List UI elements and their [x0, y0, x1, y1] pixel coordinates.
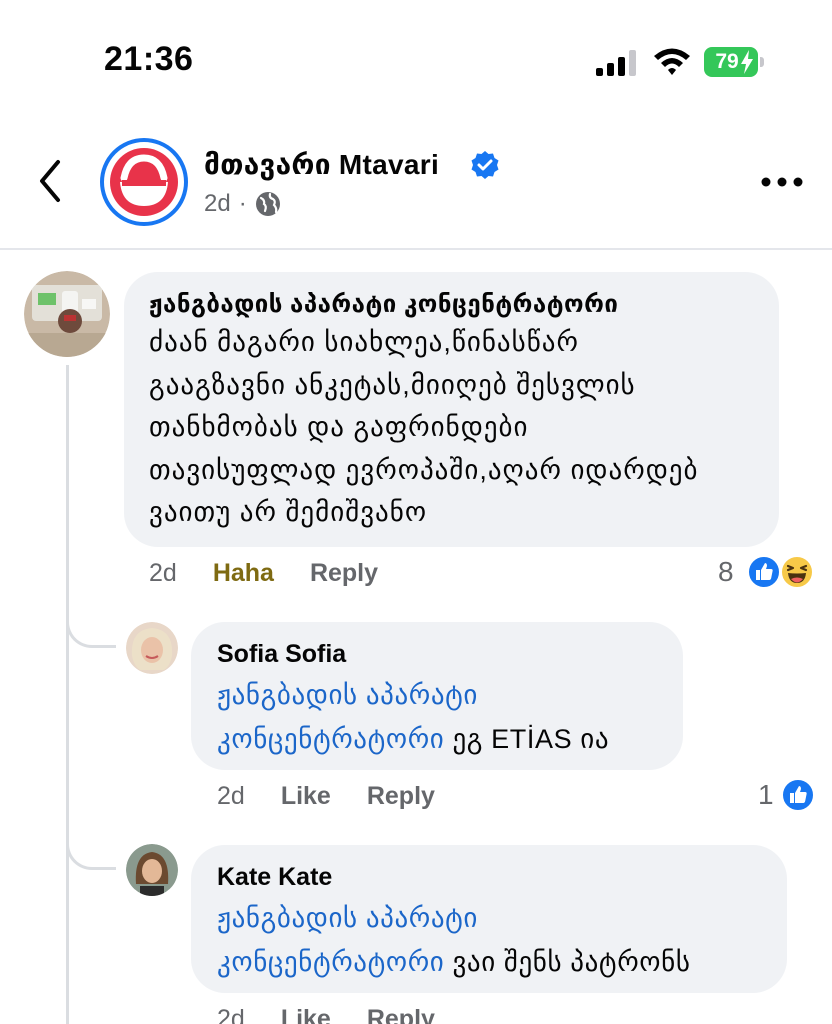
more-options-icon[interactable]	[760, 174, 804, 190]
thread-line	[66, 365, 69, 1024]
like-button[interactable]: Like	[281, 1005, 331, 1024]
battery-indicator: 79	[704, 47, 764, 77]
meta-separator: ·	[238, 190, 247, 217]
thread-connector	[66, 616, 116, 648]
status-time: 21:36	[104, 40, 194, 78]
post-age: 2d	[204, 190, 231, 217]
like-reaction-icon[interactable]	[781, 778, 815, 812]
like-button[interactable]: Like	[281, 782, 331, 811]
comment-actions: 2d Like Reply	[217, 782, 471, 811]
reply-button[interactable]: Reply	[367, 1005, 435, 1024]
comment-body: ეგ ETİAS ია	[444, 724, 610, 754]
page-avatar[interactable]	[100, 138, 188, 226]
charging-bolt-icon	[741, 50, 753, 74]
comment-actions: 2d Haha Reply	[149, 559, 414, 588]
comment-text-line: ვაითუ არ შემიშვანო	[149, 497, 428, 527]
comment-actions: 2d Like Reply	[217, 1005, 471, 1024]
back-chevron-icon[interactable]	[30, 156, 70, 206]
comment-text: ჟანგბადის აპარატი კონცენტრატორი ეგ ETİAS…	[217, 673, 657, 761]
wifi-icon	[654, 48, 690, 75]
comment-author[interactable]: Kate Kate	[217, 863, 761, 892]
thread-connector	[66, 838, 116, 870]
commenter-avatar[interactable]	[126, 622, 178, 674]
comment-bubble: Kate Kate ჟანგბადის აპარატი კონცენტრატორ…	[191, 845, 787, 993]
comment-text: ჟანგბადის აპარატი კონცენტრატორი ვაი შენს…	[217, 896, 761, 984]
comment-text-line: თავისუფლად ევროპაში,აღარ იდარდებ	[149, 454, 699, 485]
comment-text-line: გააგზავნი ანკეტას,მიიღებ შესვლის	[149, 369, 636, 400]
cellular-signal-icon	[596, 50, 636, 76]
reaction-count[interactable]: 8	[718, 556, 734, 588]
battery-level: 79	[715, 50, 739, 73]
comment-text-line: თანხმობას და გაფრინდები	[149, 412, 529, 442]
battery-cap	[760, 57, 764, 67]
comment-author[interactable]: ჟანგბადის აპარატი კონცენტრატორი	[149, 290, 753, 319]
mention-link[interactable]: ჟანგბადის აპარატი	[217, 903, 478, 933]
reply-button[interactable]: Reply	[367, 782, 435, 811]
post-meta: 2d ·	[204, 190, 281, 218]
reaction-count[interactable]: 1	[758, 779, 774, 811]
commenter-avatar[interactable]	[126, 844, 178, 896]
comment-time: 2d	[217, 1005, 245, 1024]
comment-text: ძაან მაგარი სიახლეა,წინასწარ გააგზავნი ა…	[149, 321, 753, 534]
mention-link[interactable]: ჟანგბადის აპარატი	[217, 680, 478, 710]
comment-author[interactable]: Sofia Sofia	[217, 640, 657, 669]
comment-time: 2d	[149, 559, 177, 587]
comment-bubble: ჟანგბადის აპარატი კონცენტრატორი ძაან მაგ…	[124, 272, 779, 547]
header-divider	[0, 248, 832, 250]
comment-text-line: ძაან მაგარი სიახლეა,წინასწარ	[149, 327, 579, 357]
globe-icon	[255, 192, 280, 216]
mention-link[interactable]: კონცენტრატორი	[217, 947, 444, 977]
like-reaction-icon[interactable]	[747, 555, 781, 589]
comment-body: ვაი შენს პატრონს	[444, 947, 691, 977]
verified-badge-icon	[471, 151, 499, 179]
haha-reaction-icon[interactable]	[780, 555, 814, 589]
comment-time: 2d	[217, 782, 245, 810]
commenter-avatar[interactable]	[24, 271, 110, 357]
mention-link[interactable]: კონცენტრატორი	[217, 724, 444, 754]
haha-button[interactable]: Haha	[213, 559, 274, 588]
page-name[interactable]: მთავარი Mtavari	[204, 148, 439, 181]
comment-bubble: Sofia Sofia ჟანგბადის აპარატი კონცენტრატ…	[191, 622, 683, 770]
reply-button[interactable]: Reply	[310, 559, 378, 588]
